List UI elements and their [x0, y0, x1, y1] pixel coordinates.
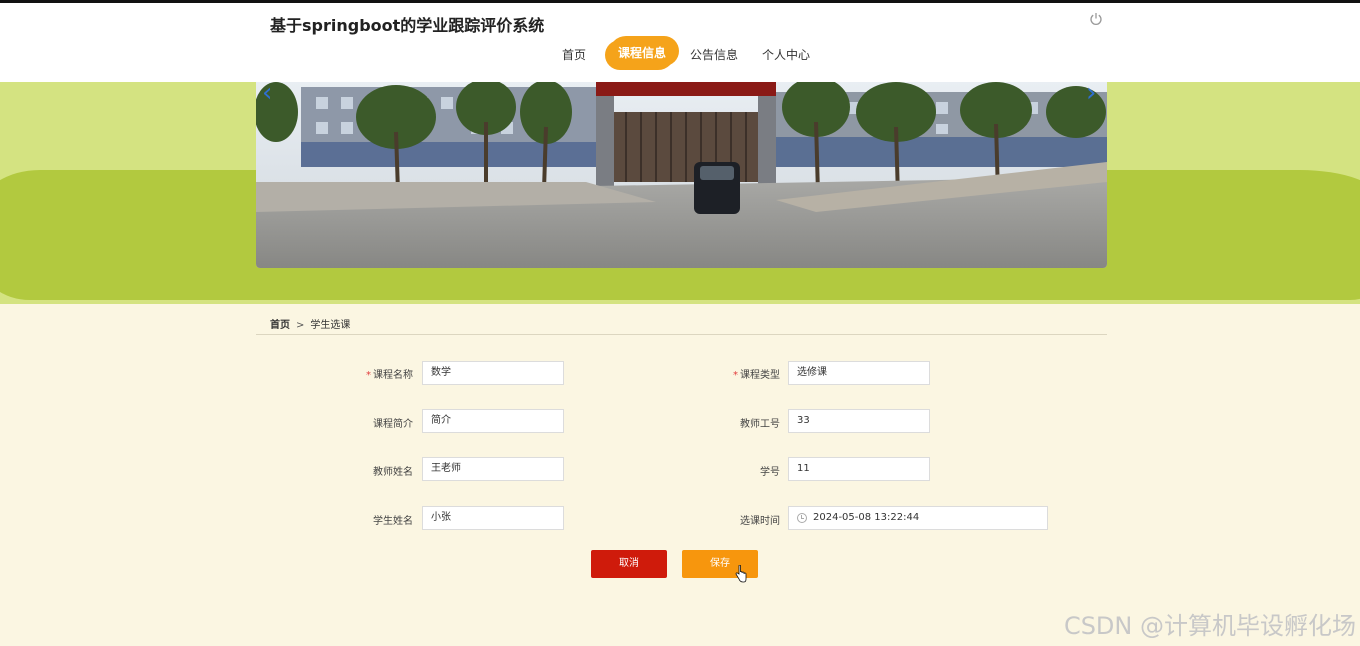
watermark: CSDN @计算机毕设孵化场 [1063, 612, 1356, 640]
course-type-label: * 课程类型 [733, 370, 780, 381]
breadcrumb-current: 学生选课 [310, 320, 351, 331]
header: 基于springboot的学业跟踪评价系统 首页 课程信息 公告信息 个人中心 [0, 3, 1360, 82]
breadcrumb: 首页 > 学生选课 [270, 316, 350, 331]
course-intro-label: 课程简介 [373, 419, 413, 430]
breadcrumb-divider [256, 334, 1107, 335]
breadcrumb-separator: > [296, 320, 305, 331]
main-nav: 首页 课程信息 公告信息 个人中心 [0, 3, 1360, 82]
nav-course-info[interactable]: 课程信息 [609, 36, 676, 70]
banner-section: ‹ › [0, 82, 1360, 304]
banner-prev-arrow[interactable]: ‹ [262, 82, 282, 106]
course-intro-field[interactable]: 简介 [422, 409, 564, 433]
select-time-label: 选课时间 [740, 516, 780, 527]
teacher-name-label: 教师姓名 [373, 467, 413, 478]
course-name-label: * 课程名称 [366, 370, 413, 381]
required-mark: * [366, 370, 371, 381]
student-id-field[interactable]: 11 [788, 457, 930, 481]
student-id-label: 学号 [760, 467, 780, 478]
cancel-button[interactable]: 取消 [591, 550, 667, 578]
banner-slide-image[interactable] [256, 82, 1107, 268]
banner-next-arrow[interactable]: › [1086, 82, 1106, 106]
course-name-field[interactable]: 数学 [422, 361, 564, 385]
student-name-label: 学生姓名 [373, 516, 413, 527]
nav-personal-center[interactable]: 个人中心 [762, 46, 810, 63]
select-time-field[interactable]: 2024-05-08 13:22:44 [788, 506, 1048, 530]
campus-gate-photo [256, 82, 1107, 268]
clock-icon [797, 513, 807, 523]
teacher-id-field[interactable]: 33 [788, 409, 930, 433]
course-type-field[interactable]: 选修课 [788, 361, 930, 385]
teacher-id-label: 教师工号 [740, 419, 780, 430]
student-name-field[interactable]: 小张 [422, 506, 564, 530]
required-mark: * [733, 370, 738, 381]
hand-cursor-icon [735, 565, 747, 583]
select-time-value: 2024-05-08 13:22:44 [813, 512, 920, 523]
teacher-name-field[interactable]: 王老师 [422, 457, 564, 481]
breadcrumb-home[interactable]: 首页 [270, 320, 290, 331]
nav-announcements[interactable]: 公告信息 [690, 46, 738, 63]
nav-home[interactable]: 首页 [562, 46, 586, 63]
